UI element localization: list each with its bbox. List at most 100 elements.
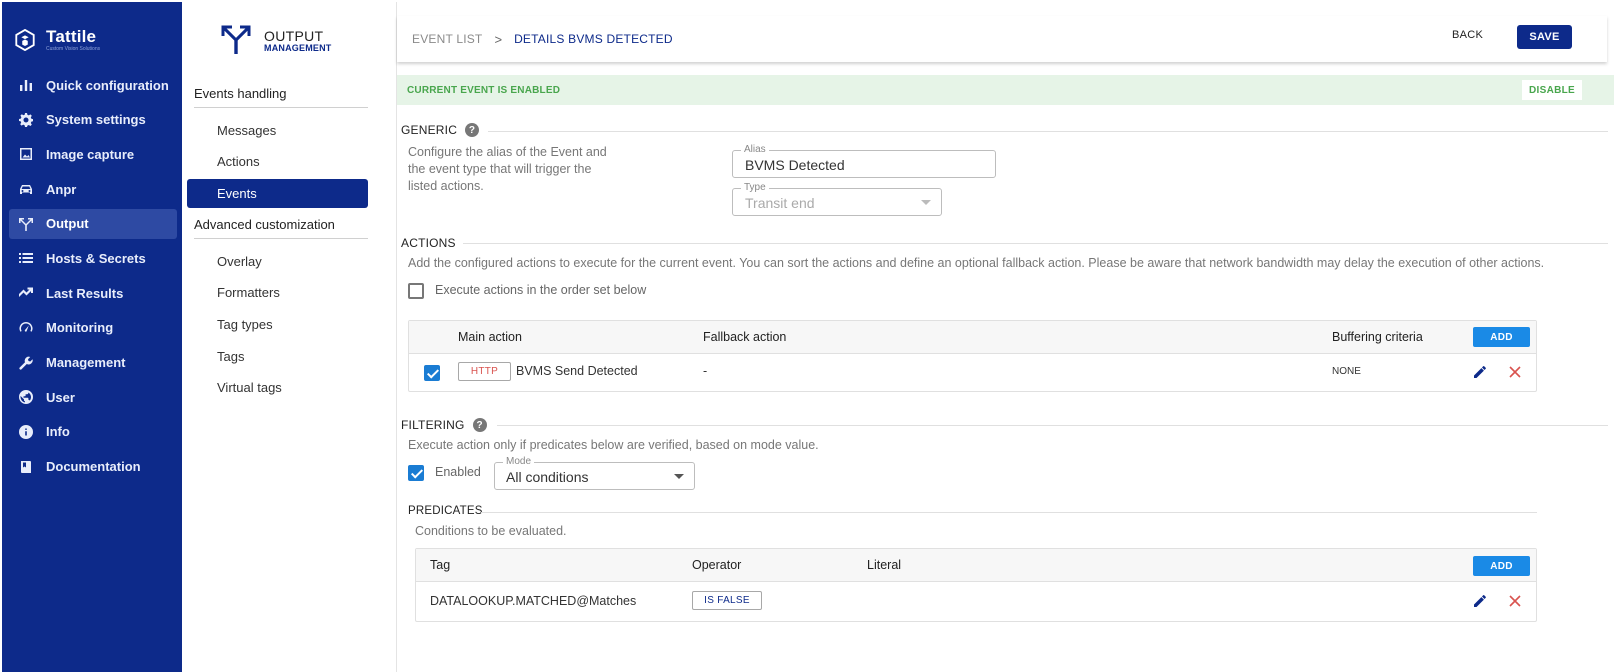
- sidebar-item-quick-configuration[interactable]: Quick configuration: [9, 70, 177, 100]
- column-tag: Tag: [430, 558, 451, 572]
- column-main-action: Main action: [458, 330, 522, 344]
- sidebar-item-label: Quick configuration: [46, 77, 169, 93]
- actions-description: Add the configured actions to execute fo…: [408, 256, 1545, 270]
- back-button[interactable]: BACK: [1452, 29, 1483, 41]
- generic-section-title: GENERIC ?: [401, 123, 480, 137]
- generic-description-line: listed actions.: [408, 179, 484, 193]
- save-button[interactable]: SAVE: [1517, 25, 1572, 49]
- sidebar-item-output[interactable]: Output: [9, 208, 177, 239]
- sidebar-item-documentation[interactable]: Documentation: [9, 452, 177, 482]
- predicates-section-title: PREDICATES: [408, 505, 483, 517]
- brand-name: Tattile: [46, 27, 97, 46]
- actions-table: Main action Fallback action Buffering cr…: [408, 320, 1537, 392]
- sidebar-item-last-results[interactable]: Last Results: [9, 278, 177, 308]
- sidebar-item-user[interactable]: User: [9, 382, 177, 412]
- header-bar: EVENT LIST > DETAILS BVMS DETECTED BACK …: [397, 16, 1607, 62]
- alias-label: Alias: [741, 144, 769, 156]
- add-predicate-button[interactable]: ADD: [1473, 556, 1530, 576]
- sidebar-item-label: Hosts & Secrets: [46, 250, 146, 266]
- divider: [497, 425, 1608, 426]
- filtering-enabled-label: Enabled: [435, 465, 481, 479]
- globe-icon: [19, 390, 33, 405]
- bar-chart-icon: [19, 78, 33, 92]
- status-text: CURRENT EVENT IS ENABLED: [407, 84, 561, 96]
- disable-button[interactable]: DISABLE: [1522, 80, 1582, 100]
- actions-section-title: ACTIONS: [401, 236, 456, 250]
- generic-description-line: the event type that will trigger the: [408, 162, 592, 176]
- sidebar-item-info[interactable]: Info: [9, 417, 177, 447]
- breadcrumb-event-list[interactable]: EVENT LIST: [412, 32, 482, 46]
- sidebar-item-label: Info: [46, 424, 70, 440]
- sidebar-item-label: Documentation: [46, 459, 141, 475]
- type-label: Type: [741, 182, 769, 194]
- execute-in-order-checkbox[interactable]: [408, 283, 424, 299]
- buffering-criteria-value: NONE: [1332, 366, 1361, 377]
- actions-title: ACTIONS: [401, 236, 456, 250]
- gauge-icon: [19, 321, 33, 335]
- breadcrumb-current: DETAILS BVMS DETECTED: [514, 32, 673, 46]
- car-icon: [19, 182, 33, 196]
- help-icon[interactable]: ?: [472, 418, 487, 432]
- predicate-tag: DATALOOKUP.MATCHED@Matches: [430, 594, 637, 608]
- subnav-item-formatters[interactable]: Formatters: [187, 278, 368, 307]
- app-root: Tattile Custom Vision Solutions Quick co…: [0, 0, 1614, 672]
- split-arrow-icon: [220, 22, 252, 59]
- sidebar-item-label: Monitoring: [46, 320, 114, 336]
- trend-icon: [19, 286, 33, 300]
- generic-description: Configure the alias of the Event and the…: [408, 144, 628, 195]
- column-operator: Operator: [692, 558, 742, 572]
- sidebar-item-image-capture[interactable]: Image capture: [9, 139, 177, 169]
- mode-select[interactable]: Mode All conditions: [494, 456, 695, 490]
- delete-icon[interactable]: [1507, 593, 1523, 609]
- section-events-handling: Events handling: [194, 86, 368, 108]
- panel-header: OUTPUT MANAGEMENT: [220, 22, 332, 59]
- actions-table-header: Main action Fallback action Buffering cr…: [409, 321, 1536, 354]
- mode-value: All conditions: [506, 469, 589, 485]
- subnav-item-overlay[interactable]: Overlay: [187, 247, 368, 276]
- section-advanced-customization: Advanced customization: [194, 217, 368, 239]
- edit-icon[interactable]: [1472, 364, 1488, 380]
- sidebar-item-management[interactable]: Management: [9, 348, 177, 378]
- filtering-title: FILTERING: [401, 418, 465, 432]
- fallback-action-value: -: [703, 364, 708, 378]
- add-action-button[interactable]: ADD: [1473, 327, 1530, 347]
- sidebar-item-label: Anpr: [46, 181, 77, 197]
- sidebar-item-hosts-secrets[interactable]: Hosts & Secrets: [9, 243, 177, 273]
- subnav-item-messages[interactable]: Messages: [187, 116, 368, 145]
- list-icon: [19, 251, 33, 265]
- filtering-enabled-checkbox[interactable]: [408, 465, 424, 481]
- subnav-item-events[interactable]: Events: [187, 179, 368, 208]
- split-arrow-icon: [19, 217, 33, 231]
- help-icon[interactable]: ?: [465, 123, 480, 137]
- sidebar-item-anpr[interactable]: Anpr: [9, 174, 177, 204]
- sidebar-item-label: Image capture: [46, 146, 135, 162]
- output-management-panel: OUTPUT MANAGEMENT Events handling Messag…: [182, 2, 397, 672]
- alias-value: BVMS Detected: [745, 157, 845, 173]
- subnav-item-tags[interactable]: Tags: [187, 342, 368, 371]
- predicates-description: Conditions to be evaluated.: [415, 524, 567, 538]
- tattile-logo-icon: [15, 29, 35, 51]
- alias-field[interactable]: Alias BVMS Detected: [732, 144, 996, 178]
- type-select: Type Transit end: [732, 182, 942, 216]
- sidebar-item-system-settings[interactable]: System settings: [9, 105, 177, 135]
- event-status-bar: CURRENT EVENT IS ENABLED DISABLE: [397, 75, 1614, 105]
- filtering-description: Execute action only if predicates below …: [408, 438, 819, 452]
- main-action-name: BVMS Send Detected: [516, 364, 638, 378]
- brand-logo[interactable]: Tattile Custom Vision Solutions: [14, 28, 100, 52]
- subnav-item-virtual-tags[interactable]: Virtual tags: [187, 373, 368, 402]
- subnav-item-tag-types[interactable]: Tag types: [187, 310, 368, 339]
- predicates-title: PREDICATES: [408, 505, 483, 517]
- main-sidebar: Tattile Custom Vision Solutions Quick co…: [2, 2, 182, 672]
- action-row-checkbox[interactable]: [424, 365, 440, 381]
- edit-icon[interactable]: [1472, 593, 1488, 609]
- info-icon: [19, 424, 33, 439]
- sidebar-item-monitoring[interactable]: Monitoring: [9, 313, 177, 343]
- book-icon: [19, 460, 33, 474]
- subnav-item-actions[interactable]: Actions: [187, 147, 368, 176]
- delete-icon[interactable]: [1507, 364, 1523, 380]
- filtering-section-title: FILTERING ?: [401, 418, 487, 432]
- image-icon: [19, 147, 33, 161]
- panel-title: OUTPUT: [264, 27, 324, 44]
- column-fallback-action: Fallback action: [703, 330, 787, 344]
- execute-in-order-label: Execute actions in the order set below: [435, 283, 647, 297]
